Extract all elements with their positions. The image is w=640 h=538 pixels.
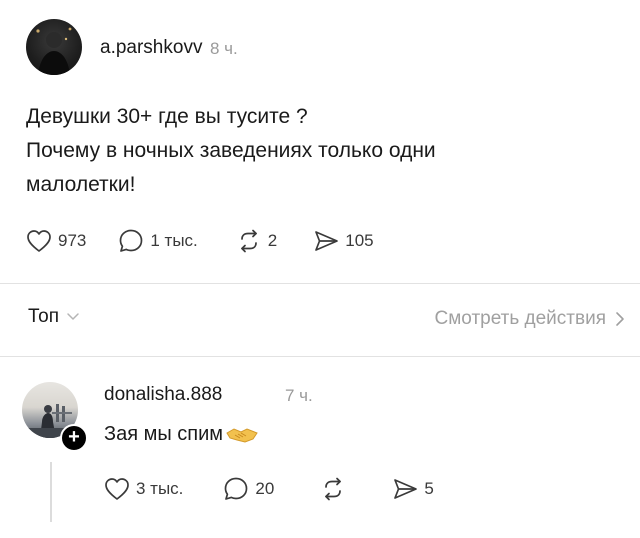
reply-comment-button[interactable]: 20	[223, 476, 274, 502]
like-button[interactable]: 973	[26, 229, 86, 253]
post-text-line: Девушки 30+ где вы тусите ?	[26, 105, 308, 128]
reply-like-button[interactable]: 3 тыс.	[104, 477, 183, 501]
reply-username[interactable]: donalisha.888	[104, 384, 222, 406]
comment-count: 1 тыс.	[150, 231, 198, 250]
post-text: Девушки 30+ где вы тусите ? Почему в ноч…	[26, 100, 586, 202]
repost-icon	[240, 229, 257, 253]
chevron-right-icon	[616, 312, 624, 326]
reply-comment-count: 20	[255, 479, 275, 498]
post-text-line: малолетки!	[26, 173, 136, 196]
view-actions-link[interactable]: Смотреть действия	[435, 308, 626, 330]
chevron-down-icon	[67, 313, 79, 320]
reply-text-content: Зая мы спим	[104, 423, 224, 445]
author-avatar[interactable]	[26, 19, 82, 75]
sort-label: Топ	[28, 306, 59, 327]
divider	[0, 283, 640, 284]
reply-repost-button[interactable]	[320, 477, 346, 501]
reply-actions: 3 тыс. 20 5	[104, 476, 434, 502]
share-button[interactable]: 105	[313, 229, 374, 253]
divider	[0, 356, 640, 357]
plus-icon: +	[68, 426, 80, 448]
share-count: 105	[345, 231, 374, 250]
heart-icon	[27, 230, 51, 252]
reply-share-button[interactable]: 5	[392, 477, 434, 501]
repost-button[interactable]: 2	[236, 229, 277, 253]
reply-like-count: 3 тыс.	[136, 479, 184, 498]
sort-dropdown[interactable]: Топ	[28, 306, 80, 328]
heart-icon	[105, 478, 129, 500]
post-actions: 973 1 тыс. 2 105	[26, 228, 374, 254]
reply-time: 7 ч.	[285, 386, 313, 405]
thread-line	[50, 462, 52, 522]
repost-icon	[325, 477, 342, 501]
repost-count: 2	[267, 231, 278, 250]
avatar-photo	[36, 27, 72, 75]
reply-share-count: 5	[424, 479, 434, 498]
comment-bubble-icon	[225, 477, 248, 500]
comment-bubble-icon	[120, 229, 143, 252]
post-time: 8 ч.	[210, 39, 238, 58]
handshake-emoji-icon	[226, 427, 258, 443]
reply-text: Зая мы спим	[104, 423, 259, 446]
follow-button[interactable]: +	[60, 424, 88, 452]
like-count: 973	[58, 231, 87, 250]
comment-button[interactable]: 1 тыс.	[118, 228, 198, 254]
send-icon	[315, 231, 339, 251]
view-actions-label: Смотреть действия	[434, 308, 606, 329]
post-text-line: Почему в ночных заведениях только одни	[26, 139, 436, 162]
author-username[interactable]: a.parshkovv	[100, 37, 202, 59]
send-icon	[394, 479, 418, 499]
